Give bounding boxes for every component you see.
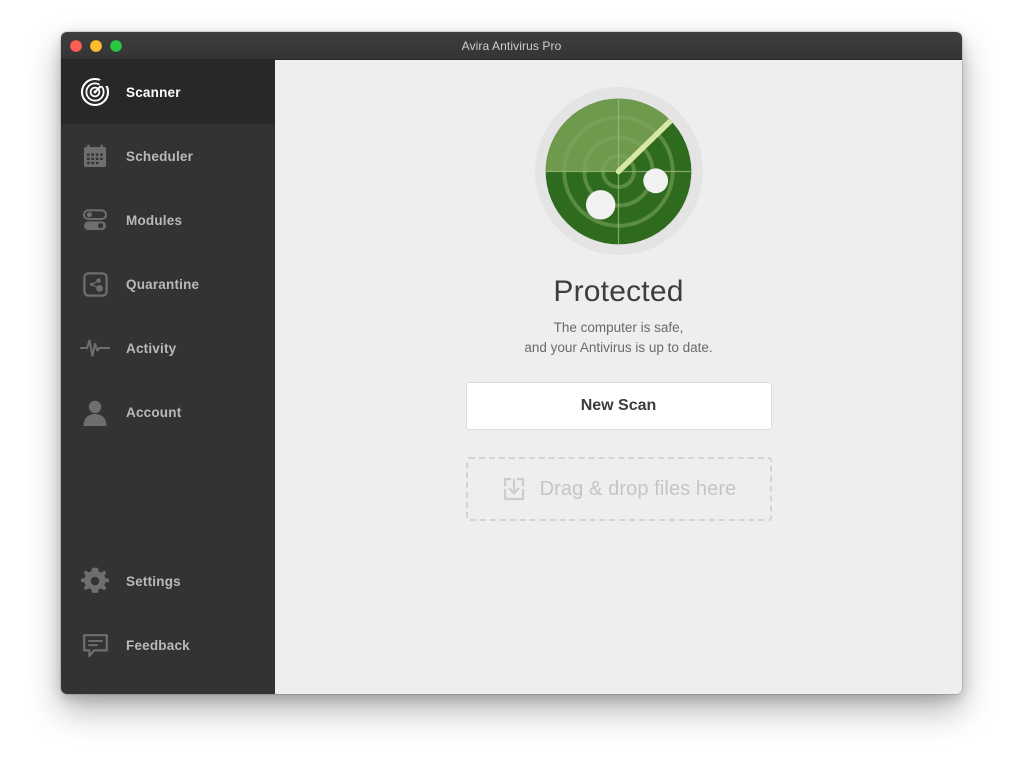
sidebar-item-feedback[interactable]: Feedback <box>61 613 275 677</box>
sidebar-item-label: Scheduler <box>126 148 194 164</box>
quarantine-icon <box>78 267 112 301</box>
radar-protected-icon <box>534 87 703 255</box>
radar-icon <box>78 75 112 109</box>
sidebar-item-label: Feedback <box>126 637 190 653</box>
minimize-button[interactable] <box>90 39 102 52</box>
sidebar-item-label: Account <box>126 404 182 420</box>
comment-icon <box>78 628 112 662</box>
drag-drop-label: Drag & drop files here <box>539 477 737 500</box>
sidebar-item-account[interactable]: Account <box>61 380 275 444</box>
sidebar-item-modules[interactable]: Modules <box>61 188 275 252</box>
download-tray-icon <box>501 476 527 502</box>
sidebar-item-quarantine[interactable]: Quarantine <box>61 252 275 316</box>
sidebar-item-scanner[interactable]: Scanner <box>61 60 275 124</box>
gear-icon <box>78 564 112 598</box>
sidebar: Scanner Scheduler Modules Quarantine Act… <box>61 60 275 694</box>
drag-drop-zone[interactable]: Drag & drop files here <box>465 457 772 521</box>
waveform-icon <box>78 331 112 365</box>
window-controls <box>70 32 122 59</box>
sidebar-item-activity[interactable]: Activity <box>61 316 275 380</box>
sidebar-item-label: Activity <box>126 340 177 356</box>
status-line-2: and your Antivirus is up to date. <box>524 340 713 355</box>
window-body: Scanner Scheduler Modules Quarantine Act… <box>61 60 962 694</box>
status-description: The computer is safe, and your Antivirus… <box>524 318 712 358</box>
new-scan-button[interactable]: New Scan <box>465 382 772 430</box>
window-title: Avira Antivirus Pro <box>461 38 562 53</box>
zoom-button[interactable] <box>110 39 122 52</box>
main-panel: Protected The computer is safe, and your… <box>275 60 962 694</box>
screenshot-root: Avira Antivirus Pro Scanner Scheduler Mo… <box>0 0 1024 763</box>
sidebar-item-scheduler[interactable]: Scheduler <box>61 124 275 188</box>
sidebar-primary-nav: Scanner Scheduler Modules Quarantine Act… <box>61 60 275 444</box>
close-button[interactable] <box>70 39 82 52</box>
status-line-1: The computer is safe, <box>553 320 684 335</box>
status-title: Protected <box>553 275 684 308</box>
sidebar-item-settings[interactable]: Settings <box>61 549 275 613</box>
title-bar[interactable]: Avira Antivirus Pro <box>61 32 962 60</box>
app-window: Avira Antivirus Pro Scanner Scheduler Mo… <box>61 32 962 694</box>
radar-graphic <box>545 98 692 244</box>
person-icon <box>78 395 112 429</box>
sidebar-item-label: Settings <box>126 573 181 589</box>
sidebar-item-label: Scanner <box>126 84 181 100</box>
sidebar-item-label: Quarantine <box>126 276 200 292</box>
calendar-icon <box>78 139 112 173</box>
toggles-icon <box>78 203 112 237</box>
sidebar-item-label: Modules <box>126 212 183 228</box>
sidebar-secondary-nav: Settings Feedback <box>61 549 275 694</box>
